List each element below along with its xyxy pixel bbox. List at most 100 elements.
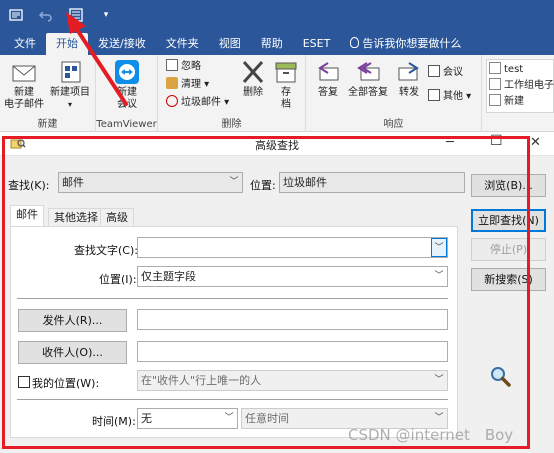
forward-label: 转发 xyxy=(399,87,419,98)
find-now-button[interactable]: 立即查找(N) xyxy=(471,209,546,232)
group-quick-steps: test 工作组电子 新建 xyxy=(482,55,554,132)
from-input[interactable] xyxy=(137,309,448,330)
where-i-am-select: 在"收件人"行上唯一的人 ﹀ xyxy=(137,370,448,391)
group-delete-name: 删除 xyxy=(221,119,242,130)
cleanup-icon xyxy=(166,77,178,89)
tab-eset[interactable]: ESET xyxy=(293,33,341,55)
where-i-am-checkbox[interactable] xyxy=(18,376,30,388)
reply-button[interactable]: 答复 xyxy=(310,59,346,99)
cleanup-button[interactable]: 清理 ▾ xyxy=(166,77,209,93)
junk-button[interactable]: 垃圾邮件 ▾ xyxy=(166,95,229,111)
tab-send-receive[interactable]: 发送/接收 xyxy=(88,33,156,55)
new-email-label: 新建 电子邮件 xyxy=(4,87,44,110)
teamviewer-icon xyxy=(113,59,141,85)
in-select[interactable]: 仅主题字段 ﹀ xyxy=(137,266,448,287)
chevron-down-icon: ﹀ xyxy=(431,238,447,257)
sent-to-button[interactable]: 收件人(O)... xyxy=(18,341,127,364)
tab-help[interactable]: 帮助 xyxy=(251,33,293,55)
tab-folder[interactable]: 文件夹 xyxy=(156,33,209,55)
stop-button: 停止(P) xyxy=(471,238,546,261)
tab-more-choices[interactable]: 其他选择 xyxy=(48,208,104,228)
group-respond-name: 响应 xyxy=(383,119,404,130)
quick-step-label: test xyxy=(504,64,524,75)
quick-step-team-email[interactable]: 工作组电子 xyxy=(489,78,554,94)
more-icon xyxy=(428,89,440,101)
tell-me-box[interactable]: 告诉我你想要做什么 xyxy=(340,33,471,55)
in-label: 位置(I): xyxy=(99,273,137,286)
chevron-down-icon: ﹀ xyxy=(434,271,444,281)
quick-step-test[interactable]: test xyxy=(489,62,523,78)
ribbon-tabs: 文件 开始 发送/接收 文件夹 视图 帮助 ESET 告诉我你想要做什么 xyxy=(0,29,554,55)
group-respond: 答复 全部答复 转发 会议 其他 ▾ 响应 xyxy=(306,55,482,132)
time-range-value: 任意时间 xyxy=(245,412,289,425)
forward-button[interactable]: 转发 xyxy=(392,59,426,99)
tell-me-text: 告诉我你想要做什么 xyxy=(362,37,462,50)
quick-step-icon xyxy=(489,62,501,74)
advanced-find-icon[interactable] xyxy=(68,7,84,23)
archive-button[interactable]: 存 档 xyxy=(270,59,302,111)
group-teamviewer: 新建 会议 TeamViewer xyxy=(96,55,158,132)
reply-all-icon xyxy=(354,59,382,85)
dialog-title: 高级查找 xyxy=(255,139,299,152)
new-items-button[interactable]: 新建项目 ▾ xyxy=(47,59,93,111)
minimize-icon[interactable]: ─ xyxy=(446,135,454,150)
tab-file[interactable]: 文件 xyxy=(4,33,46,55)
chevron-down-icon: ﹀ xyxy=(434,413,444,423)
look-for-label: 查找(K): xyxy=(8,179,50,192)
from-button[interactable]: 发件人(R)... xyxy=(18,309,127,332)
reply-icon xyxy=(314,59,342,85)
more-respond-label: 其他 xyxy=(443,91,463,102)
new-meeting-button[interactable]: 新建 会议 xyxy=(104,59,150,111)
meeting-reply-label: 会议 xyxy=(443,67,463,78)
quick-steps-gallery: test 工作组电子 新建 xyxy=(486,59,554,113)
delete-button[interactable]: 删除 xyxy=(238,59,268,99)
new-email-button[interactable]: 新建 电子邮件 xyxy=(2,59,46,111)
divider xyxy=(17,298,448,299)
sent-to-input[interactable] xyxy=(137,341,448,362)
quick-step-new[interactable]: 新建 xyxy=(489,94,524,110)
search-animation-icon xyxy=(488,364,512,388)
quick-step-icon xyxy=(489,78,501,90)
reply-label: 答复 xyxy=(318,87,338,98)
where-i-am-label: 我的位置(W): xyxy=(32,377,100,390)
delete-icon xyxy=(239,59,267,85)
chevron-down-icon: ﹀ xyxy=(434,375,444,385)
forward-icon xyxy=(395,59,423,85)
in-value: 仅主题字段 xyxy=(141,270,196,283)
group-new: 新建 电子邮件 新建项目 ▾ 新建 xyxy=(0,55,96,132)
maximize-icon[interactable]: ☐ xyxy=(490,133,503,149)
delete-label: 删除 xyxy=(243,87,263,98)
tab-view[interactable]: 视图 xyxy=(209,33,251,55)
archive-icon xyxy=(272,59,300,85)
time-select[interactable]: 无 ﹀ xyxy=(137,408,238,429)
calendar-icon xyxy=(428,65,440,77)
dropdown-arrow-icon: ▾ xyxy=(67,100,72,109)
time-range-select: 任意时间 ﹀ xyxy=(241,408,448,429)
new-search-button[interactable]: 新搜索(S) xyxy=(471,268,546,291)
time-value: 无 xyxy=(141,412,152,425)
ignore-label: 忽略 xyxy=(181,61,201,72)
tab-messages[interactable]: 邮件 xyxy=(10,205,44,227)
customize-qat-icon[interactable]: ▾ xyxy=(98,7,114,23)
location-field: 垃圾邮件 xyxy=(279,172,465,193)
meeting-reply-button[interactable]: 会议 xyxy=(428,65,463,81)
look-for-value: 邮件 xyxy=(62,176,84,189)
ignore-button[interactable]: 忽略 xyxy=(166,59,201,75)
new-email-icon xyxy=(10,59,38,85)
more-respond-button[interactable]: 其他 ▾ xyxy=(428,89,471,105)
search-text-input[interactable]: ﹀ xyxy=(137,237,448,258)
undo-icon[interactable] xyxy=(38,7,54,23)
dialog-title-bar: 高级查找 ─ ☐ ✕ xyxy=(0,132,554,156)
send-receive-icon[interactable] xyxy=(8,7,24,23)
new-meeting-label: 新建 会议 xyxy=(117,87,137,110)
archive-label: 存 档 xyxy=(281,87,291,110)
reply-all-button[interactable]: 全部答复 xyxy=(346,59,390,99)
tab-advanced[interactable]: 高级 xyxy=(100,208,134,228)
browse-button[interactable]: 浏览(B)... xyxy=(471,174,546,197)
look-for-select[interactable]: 邮件 ﹀ xyxy=(58,172,243,193)
cleanup-label: 清理 xyxy=(181,79,201,90)
close-icon[interactable]: ✕ xyxy=(530,135,541,150)
group-teamviewer-name: TeamViewer xyxy=(96,119,157,130)
tab-home[interactable]: 开始 xyxy=(46,33,88,55)
quick-step-icon xyxy=(489,94,501,106)
